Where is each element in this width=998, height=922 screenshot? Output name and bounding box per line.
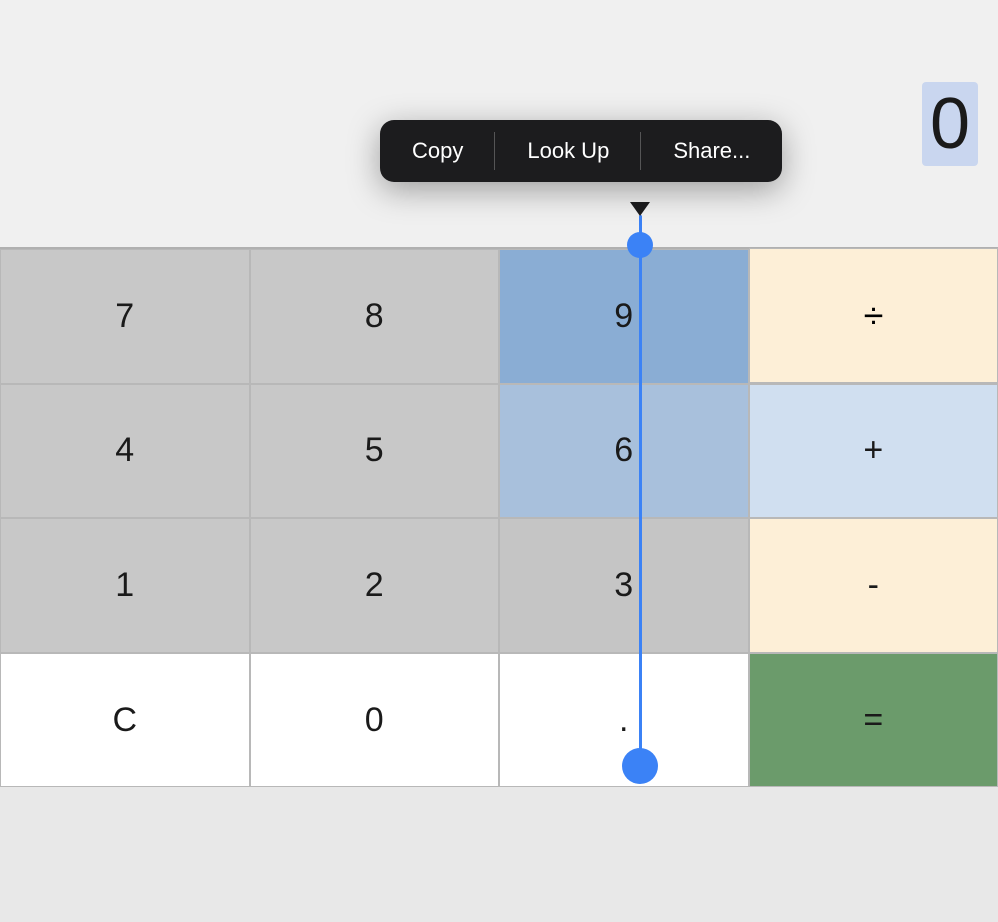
context-menu-lookup[interactable]: Look Up [495,120,641,182]
btn-9[interactable]: 9 [499,249,749,384]
display-selected-digit: 0 [922,82,978,166]
btn-1[interactable]: 1 [0,518,250,653]
btn-4[interactable]: 4 [0,384,250,519]
btn-6[interactable]: 6 [499,384,749,519]
btn-7[interactable]: 7 [0,249,250,384]
btn-equals[interactable]: = [749,653,998,788]
context-menu-share[interactable]: Share... [641,120,782,182]
btn-divide[interactable]: ÷ [749,248,998,383]
btn-subtract[interactable]: - [749,518,998,653]
context-menu-copy[interactable]: Copy [380,120,495,182]
display-number: 0 [922,83,978,165]
context-menu: Copy Look Up Share... [380,120,782,182]
btn-3[interactable]: 3 [499,518,749,653]
btn-clear[interactable]: C [0,653,250,788]
selection-handle-top[interactable] [627,232,653,258]
selection-handle-bottom[interactable] [622,748,658,784]
selection-line [639,215,642,765]
btn-0[interactable]: 0 [250,653,500,788]
context-menu-arrow [630,202,650,216]
btn-add[interactable]: + [749,384,998,519]
btn-2[interactable]: 2 [250,518,500,653]
btn-5[interactable]: 5 [250,384,500,519]
btn-8[interactable]: 8 [250,249,500,384]
